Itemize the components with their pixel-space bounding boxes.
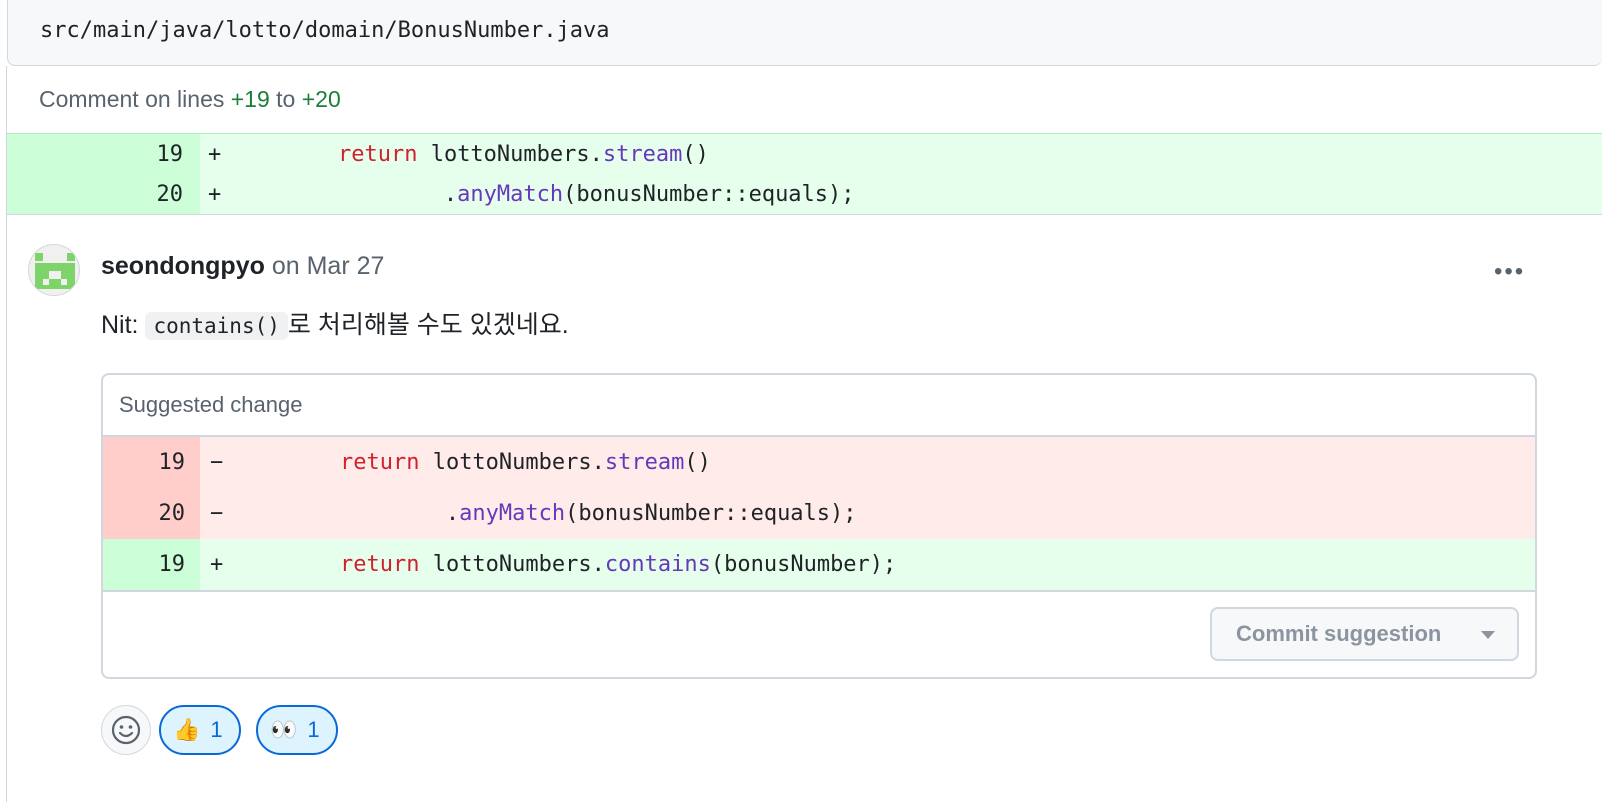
comment-range-start: +19 — [230, 86, 270, 112]
line-number: 19 — [158, 450, 186, 475]
kebab-menu-icon[interactable]: ••• — [1494, 258, 1525, 286]
author-link[interactable]: seondongpyo — [101, 252, 265, 280]
comment-range-end: +20 — [301, 86, 341, 112]
identicon-icon — [29, 245, 79, 295]
context-diff: 19 + return lottoNumbers.stream() 20 + .… — [7, 133, 1602, 215]
reaction-count: 1 — [307, 717, 320, 742]
file-header: src/main/java/lotto/domain/BonusNumber.j… — [7, 0, 1602, 66]
file-path[interactable]: src/main/java/lotto/domain/BonusNumber.j… — [40, 18, 610, 43]
smiley-icon — [111, 715, 141, 745]
line-number: 19 — [158, 552, 186, 577]
reaction-eyes[interactable]: 👀 1 — [256, 705, 338, 755]
comment-range-joiner: to — [276, 86, 296, 112]
diff-row-deleted: 20 − .anyMatch(bonusNumber::equals); — [103, 488, 1535, 539]
diff-sign: − — [210, 450, 224, 475]
line-number: 20 — [156, 181, 184, 207]
comment-range-label: Comment on lines +19 to +20 — [39, 86, 341, 113]
diff-sign: + — [208, 181, 222, 207]
code-line: .anyMatch(bonusNumber::equals); — [445, 501, 857, 526]
suggested-change-box: Suggested change 19 − return lottoNumber… — [101, 373, 1537, 679]
avatar[interactable] — [28, 244, 80, 296]
eyes-icon: 👀 — [270, 717, 298, 742]
comment-range-prefix: Comment on lines — [39, 86, 225, 112]
code-line: return lottoNumbers.contains(bonusNumber… — [339, 552, 897, 577]
inline-code: contains() — [145, 312, 288, 340]
diff-sign: − — [210, 501, 224, 526]
reaction-thumbs-up[interactable]: 👍 1 — [159, 705, 241, 755]
code-line: .anyMatch(bonusNumber::equals); — [443, 181, 855, 207]
code-line: return lottoNumbers.stream() — [339, 450, 711, 475]
thumbs-up-icon: 👍 — [173, 717, 201, 742]
suggested-diff: 19 − return lottoNumbers.stream() 20 − .… — [103, 437, 1535, 592]
diff-row: 20 + .anyMatch(bonusNumber::equals); — [7, 174, 1602, 214]
diff-row-deleted: 19 − return lottoNumbers.stream() — [103, 437, 1535, 488]
diff-row-added: 19 + return lottoNumbers.contains(bonusN… — [103, 539, 1535, 590]
add-reaction-button[interactable] — [101, 705, 151, 755]
commit-suggestion-label: Commit suggestion — [1236, 621, 1442, 646]
comment-header: seondongpyo on Mar 27 — [101, 252, 384, 281]
diff-row: 19 + return lottoNumbers.stream() — [7, 134, 1602, 174]
comment-body: Nit: contains() 로 처리해볼 수도 있겠네요. — [101, 305, 569, 341]
chevron-down-icon[interactable] — [1481, 631, 1495, 639]
comment-date[interactable]: on Mar 27 — [272, 252, 385, 280]
line-number: 20 — [158, 501, 186, 526]
commit-suggestion-button[interactable]: Commit suggestion — [1210, 607, 1519, 661]
comment-text: Nit: — [101, 311, 139, 339]
diff-sign: + — [210, 552, 224, 577]
code-line: return lottoNumbers.stream() — [337, 141, 709, 167]
diff-sign: + — [208, 141, 222, 167]
line-number: 19 — [156, 141, 184, 167]
reaction-count: 1 — [210, 717, 223, 742]
comment-text: 로 처리해볼 수도 있겠네요. — [287, 311, 569, 339]
suggested-change-title: Suggested change — [103, 375, 1535, 437]
